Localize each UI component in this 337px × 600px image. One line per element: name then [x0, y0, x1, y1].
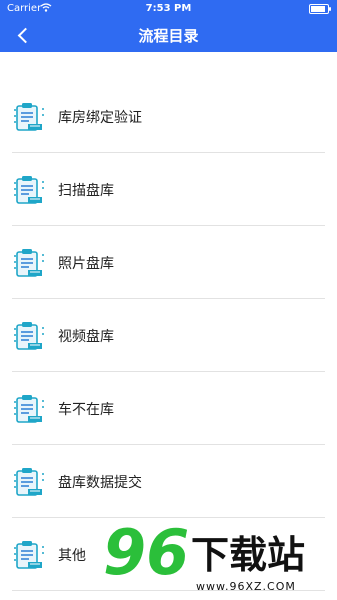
list-item-1[interactable]: 库房绑定验证 [0, 80, 337, 153]
clipboard-icon [12, 392, 46, 426]
svg-text:www.96XZ.COM: www.96XZ.COM [196, 580, 296, 593]
clipboard-icon [12, 319, 46, 353]
clipboard-icon [12, 465, 46, 499]
list-item-5[interactable]: 车不在库 [0, 372, 337, 445]
list-item-label: 库房绑定验证 [58, 110, 142, 126]
list-item-label: 盘库数据提交 [58, 475, 142, 491]
list-item-label: 其他 [58, 548, 86, 564]
list-item-6[interactable]: 盘库数据提交 [0, 445, 337, 518]
clipboard-icon [12, 173, 46, 207]
clipboard-icon [12, 100, 46, 134]
status-bar: Carrier 7:53 PM [0, 0, 337, 18]
battery-icon [309, 4, 331, 14]
header-bar: Carrier 7:53 PM 流程目录 [0, 0, 337, 52]
svg-text:下载站: 下载站 [191, 533, 305, 577]
list-item-2[interactable]: 扫描盘库 [0, 153, 337, 226]
list-item-label: 视频盘库 [58, 329, 114, 345]
clipboard-icon [12, 246, 46, 280]
list-item-label: 照片盘库 [58, 256, 114, 272]
nav-bar: 流程目录 [0, 18, 337, 52]
list-item-4[interactable]: 视频盘库 [0, 299, 337, 372]
list-item-3[interactable]: 照片盘库 [0, 226, 337, 299]
clipboard-icon [12, 538, 46, 572]
watermark-logo: 96 下载站 www.96XZ.COM [101, 514, 331, 596]
list-item-label: 车不在库 [58, 402, 114, 418]
svg-text:96: 96 [103, 516, 189, 589]
page-title: 流程目录 [138, 27, 199, 45]
list-item-label: 扫描盘库 [58, 183, 114, 199]
clock-label: 7:53 PM [145, 3, 192, 14]
